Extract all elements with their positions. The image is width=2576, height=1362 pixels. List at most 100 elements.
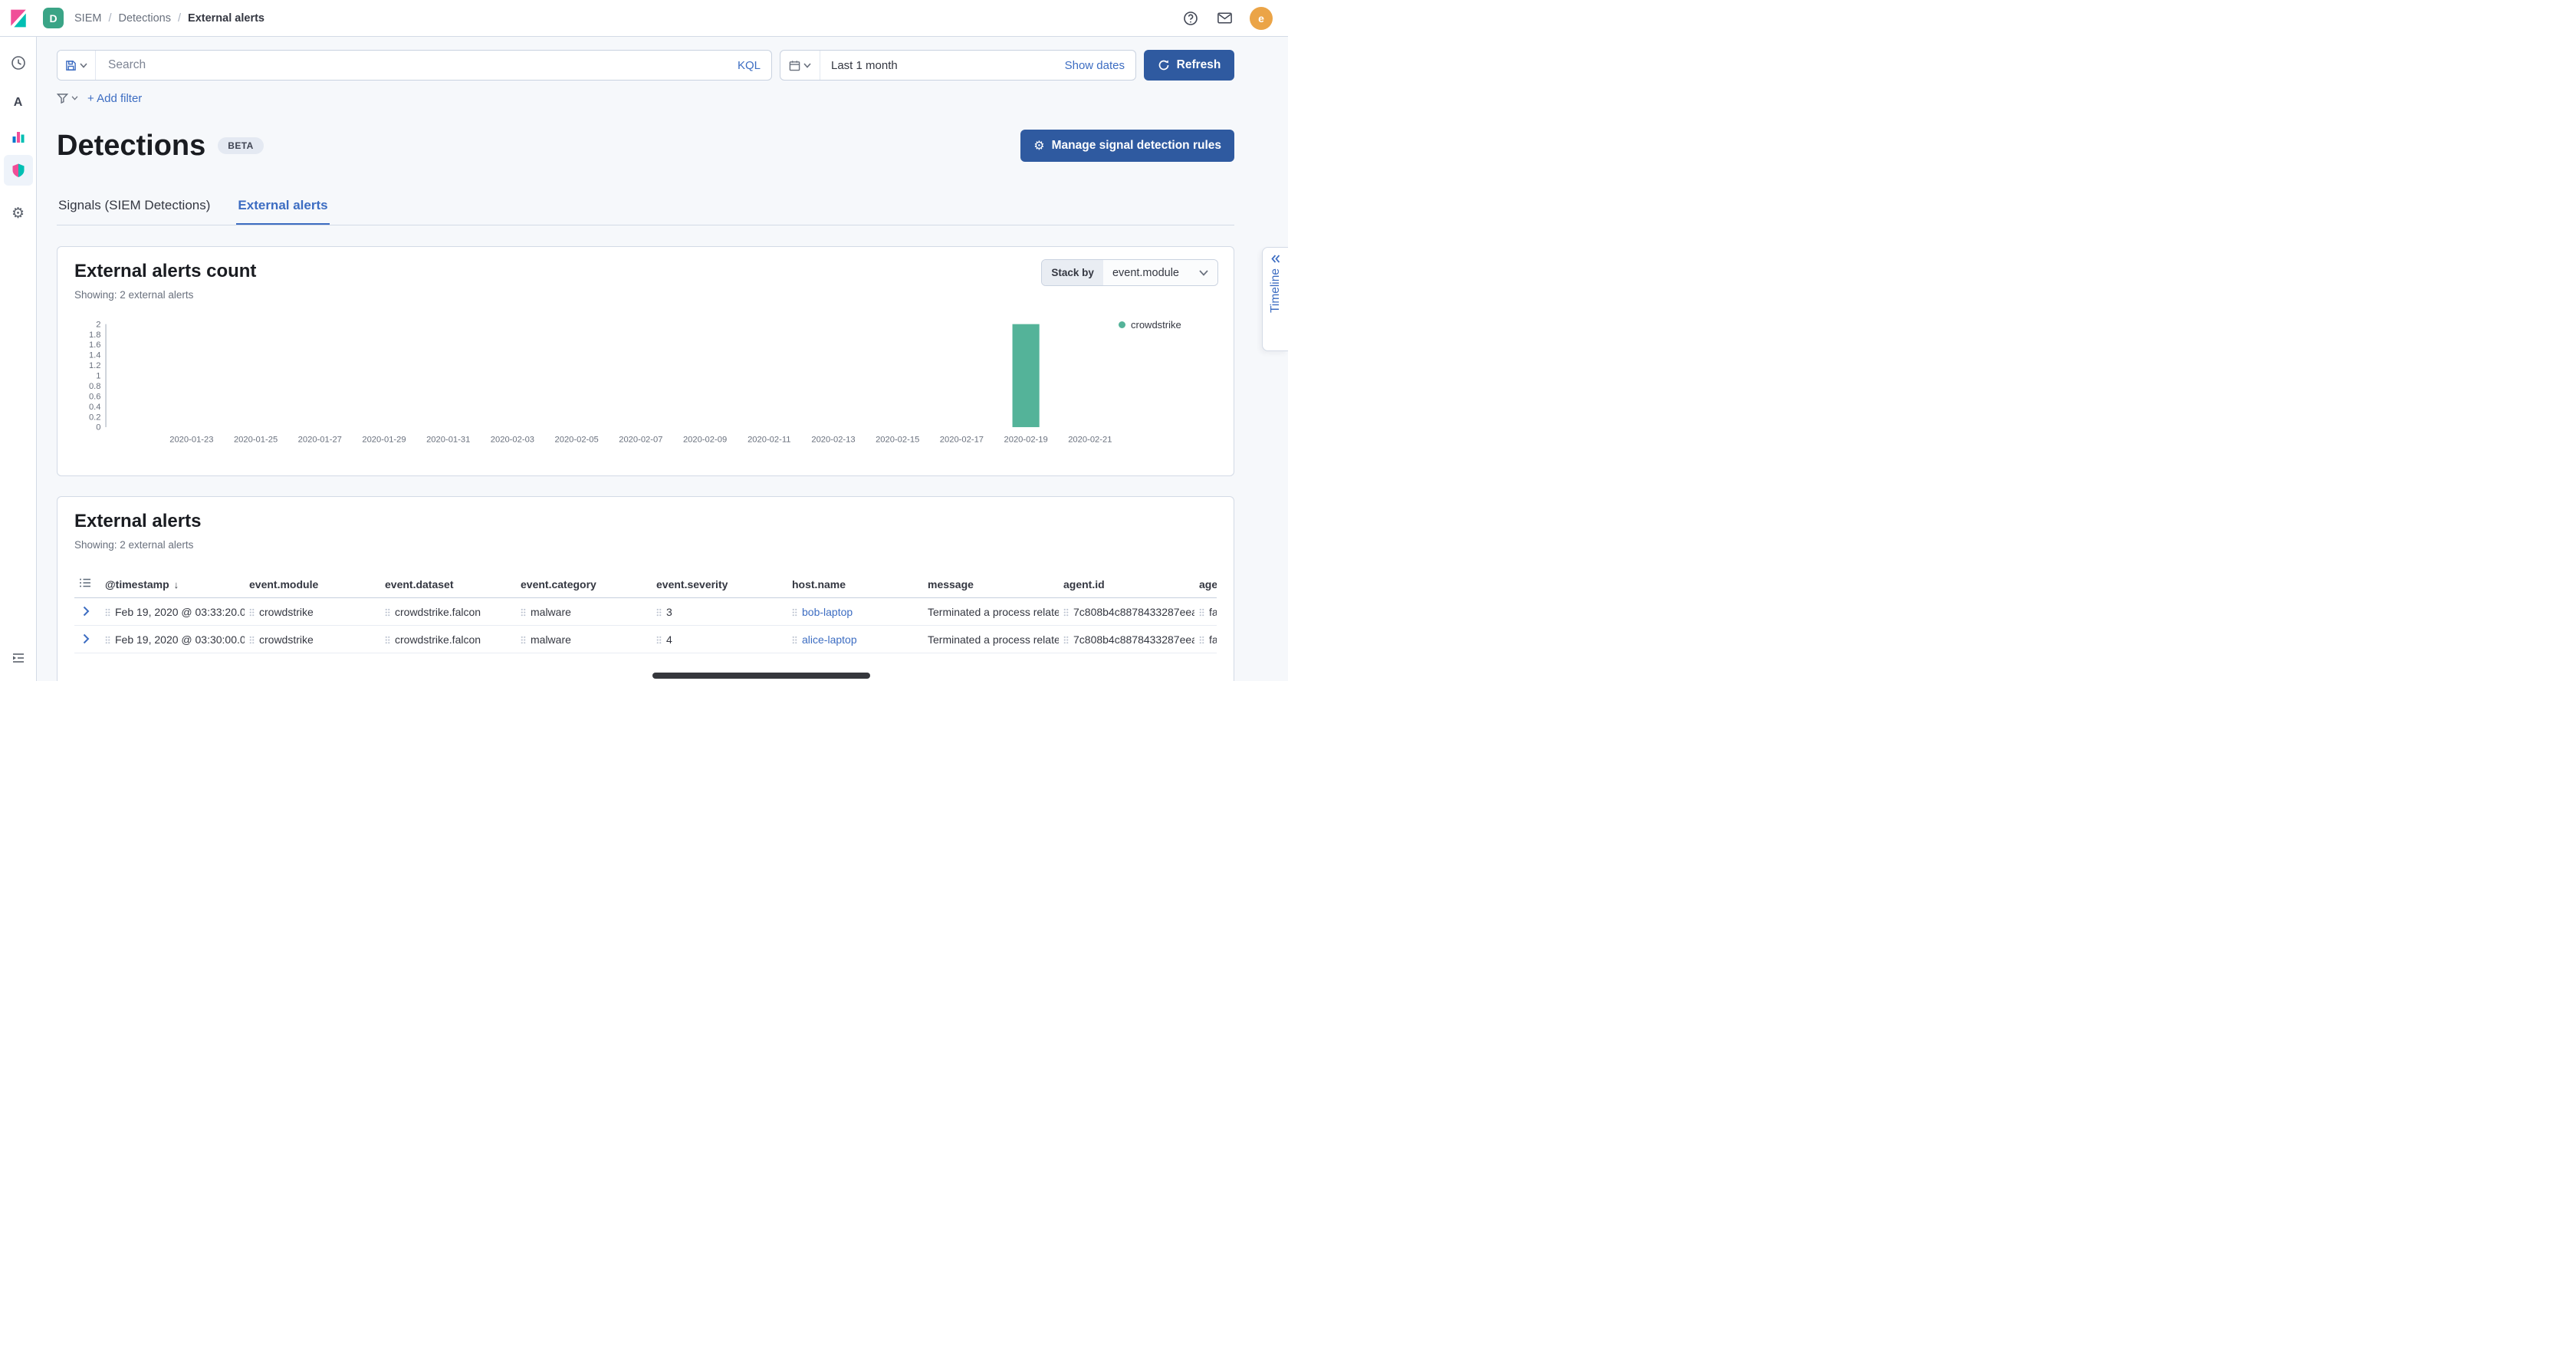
- svg-text:2020-02-19: 2020-02-19: [1004, 436, 1048, 445]
- cell-event-module[interactable]: crowdstrike: [259, 606, 314, 618]
- search-input[interactable]: [107, 58, 730, 73]
- cell-agent-id[interactable]: 7c808b4c8878433287eea...: [1073, 633, 1194, 646]
- legend-item-crowdstrike[interactable]: crowdstrike: [1119, 319, 1217, 331]
- drag-grip-icon: [792, 608, 797, 617]
- col-header-timestamp[interactable]: @timestamp↓: [100, 571, 245, 598]
- cell-agent-name[interactable]: fa: [1209, 606, 1217, 618]
- breadcrumb-separator: /: [108, 12, 111, 25]
- date-range-value[interactable]: Last 1 month: [820, 51, 1054, 80]
- stack-by-label: Stack by: [1042, 260, 1103, 285]
- breadcrumb-detections[interactable]: Detections: [118, 12, 171, 25]
- recently-viewed-icon[interactable]: [4, 48, 33, 78]
- refresh-button[interactable]: Refresh: [1144, 50, 1234, 81]
- double-chevron-left-icon: [1271, 255, 1280, 263]
- cell-message[interactable]: Terminated a process relate...: [928, 606, 1059, 618]
- svg-text:1.4: 1.4: [89, 351, 101, 360]
- expand-nav-icon[interactable]: [4, 643, 33, 673]
- expand-row-icon[interactable]: [79, 604, 93, 618]
- tab-bar: Signals (SIEM Detections) External alert…: [57, 198, 1234, 225]
- chevron-down-icon: [80, 63, 87, 68]
- svg-text:1: 1: [96, 372, 100, 381]
- manage-signal-detection-rules-button[interactable]: ⚙ Manage signal detection rules: [1020, 130, 1234, 162]
- cell-agent-id[interactable]: 7c808b4c8878433287eea...: [1073, 606, 1194, 618]
- timeline-label: Timeline: [1269, 268, 1283, 313]
- col-header-host-name[interactable]: host.name: [787, 571, 923, 598]
- tab-signals[interactable]: Signals (SIEM Detections): [57, 198, 212, 225]
- analytics-app-icon[interactable]: [4, 121, 33, 152]
- cell-timestamp[interactable]: Feb 19, 2020 @ 03:33:20.000: [115, 606, 245, 618]
- fields-browser-icon[interactable]: [79, 577, 91, 588]
- cell-event-dataset[interactable]: crowdstrike.falcon: [395, 633, 481, 646]
- cell-agent-name[interactable]: fa: [1209, 633, 1217, 646]
- svg-text:2020-02-09: 2020-02-09: [683, 436, 727, 445]
- stack-by-select[interactable]: event.module: [1103, 260, 1217, 285]
- drag-grip-icon: [656, 608, 662, 617]
- cell-event-severity[interactable]: 4: [666, 633, 672, 646]
- management-gear-icon[interactable]: ⚙: [4, 198, 33, 229]
- top-bar-left: D SIEM / Detections / External alerts: [0, 0, 264, 36]
- col-header-age[interactable]: age: [1194, 571, 1217, 598]
- main-content: KQL Last 1 month Show dates: [37, 37, 1288, 681]
- svg-text:2: 2: [96, 320, 100, 329]
- cell-message[interactable]: Terminated a process relate...: [928, 633, 1059, 646]
- breadcrumb-siem[interactable]: SIEM: [74, 12, 101, 25]
- svg-text:2020-02-07: 2020-02-07: [619, 436, 662, 445]
- cell-event-category[interactable]: malware: [531, 633, 571, 646]
- svg-text:2020-01-23: 2020-01-23: [169, 436, 213, 445]
- host-link[interactable]: alice-laptop: [802, 633, 857, 646]
- query-bar: KQL Last 1 month Show dates: [57, 50, 1234, 81]
- svg-text:2020-02-15: 2020-02-15: [876, 436, 919, 445]
- cell-timestamp[interactable]: Feb 19, 2020 @ 03:30:00.000: [115, 633, 245, 646]
- help-icon[interactable]: [1182, 10, 1199, 27]
- side-nav: A ⚙: [0, 37, 37, 681]
- table-row: Feb 19, 2020 @ 03:30:00.000 crowdstrike …: [74, 626, 1217, 653]
- drag-grip-icon: [1063, 608, 1069, 617]
- user-avatar[interactable]: e: [1250, 7, 1273, 30]
- col-header-agent-id[interactable]: agent.id: [1059, 571, 1194, 598]
- timeline-toggle[interactable]: Timeline: [1262, 247, 1288, 351]
- col-header-event-severity[interactable]: event.severity: [652, 571, 787, 598]
- drag-grip-icon: [656, 636, 662, 644]
- svg-text:0: 0: [96, 423, 100, 433]
- svg-text:1.2: 1.2: [89, 361, 101, 370]
- space-avatar[interactable]: D: [43, 8, 64, 28]
- cell-event-dataset[interactable]: crowdstrike.falcon: [395, 606, 481, 618]
- col-header-event-module[interactable]: event.module: [245, 571, 380, 598]
- app-a-icon[interactable]: A: [4, 87, 33, 118]
- panel-title: External alerts: [74, 511, 1217, 532]
- expand-row-icon[interactable]: [79, 632, 93, 646]
- horizontal-scrollbar-thumb[interactable]: [652, 673, 870, 679]
- table-header-row: @timestamp↓ event.module event.dataset e…: [74, 571, 1217, 598]
- cell-event-category[interactable]: malware: [531, 606, 571, 618]
- saved-queries-button[interactable]: [58, 51, 96, 80]
- stack-by-control: Stack by event.module: [1041, 259, 1218, 286]
- chart-legend: crowdstrike: [1119, 313, 1217, 456]
- breadcrumb-separator: /: [178, 12, 181, 25]
- siem-app-icon[interactable]: [4, 155, 33, 186]
- filter-bar: + Add filter: [57, 90, 1234, 106]
- col-header-event-dataset[interactable]: event.dataset: [380, 571, 516, 598]
- host-link[interactable]: bob-laptop: [802, 606, 853, 618]
- alerts-table-scroll-area[interactable]: @timestamp↓ event.module event.dataset e…: [74, 571, 1217, 653]
- col-header-message[interactable]: message: [923, 571, 1059, 598]
- cell-event-severity[interactable]: 3: [666, 606, 672, 618]
- tab-external-alerts[interactable]: External alerts: [236, 198, 329, 225]
- filter-set-menu-button[interactable]: [57, 93, 78, 104]
- svg-text:2020-01-27: 2020-01-27: [298, 436, 342, 445]
- show-dates-button[interactable]: Show dates: [1054, 51, 1135, 80]
- newsfeed-mail-icon[interactable]: [1216, 10, 1233, 27]
- kql-toggle[interactable]: KQL: [738, 59, 761, 72]
- svg-text:2020-01-29: 2020-01-29: [362, 436, 406, 445]
- svg-text:0.2: 0.2: [89, 413, 101, 422]
- kibana-logo[interactable]: [0, 0, 37, 37]
- drag-grip-icon: [385, 636, 390, 644]
- cell-event-module[interactable]: crowdstrike: [259, 633, 314, 646]
- filter-icon: [57, 93, 68, 104]
- add-filter-button[interactable]: + Add filter: [87, 92, 142, 105]
- col-header-event-category[interactable]: event.category: [516, 571, 652, 598]
- date-quick-menu-button[interactable]: [780, 51, 820, 80]
- beta-badge: BETA: [218, 137, 263, 154]
- drag-grip-icon: [249, 636, 255, 644]
- chevron-down-icon: [803, 63, 811, 68]
- svg-text:2020-01-31: 2020-01-31: [426, 436, 470, 445]
